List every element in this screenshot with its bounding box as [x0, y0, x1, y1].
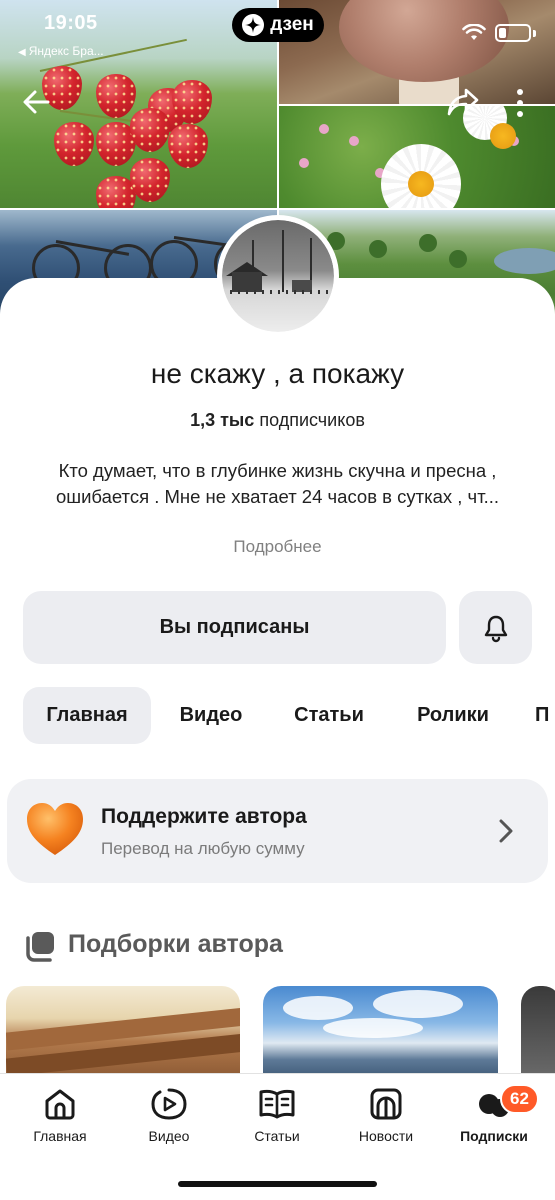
battery-icon	[495, 24, 531, 42]
back-to-app-link[interactable]: ◀ Яндекс Бра...	[18, 44, 104, 58]
collections-title: Подборки автора	[68, 930, 283, 958]
support-subtitle: Перевод на любую сумму	[101, 839, 305, 858]
channel-avatar[interactable]	[217, 215, 339, 337]
dzen-logo[interactable]: дзен	[232, 8, 324, 42]
tab-shorts[interactable]: Ролики	[403, 687, 503, 744]
collection-card[interactable]	[6, 986, 240, 1078]
support-author-card[interactable]: Поддержите автора Перевод на любую сумму	[7, 779, 548, 883]
collections-icon	[26, 932, 54, 962]
dzen-brand-label: дзен	[270, 14, 314, 35]
channel-description[interactable]: Кто думает, что в глубинке жизнь скучна …	[20, 458, 535, 510]
tab-video[interactable]: Видео	[161, 687, 261, 744]
nav-label: Подписки	[460, 1128, 528, 1144]
notifications-button[interactable]	[459, 591, 532, 664]
heart-icon	[27, 803, 83, 855]
more-options-icon[interactable]	[512, 88, 528, 118]
video-icon	[151, 1088, 187, 1120]
collection-card[interactable]	[521, 986, 555, 1078]
nav-video[interactable]: Видео	[119, 1086, 219, 1144]
channel-tabs: Главная Видео Статьи Ролики П	[23, 687, 555, 744]
nav-label: Новости	[358, 1128, 414, 1144]
cover-photo-daisy	[279, 106, 555, 208]
nav-label: Видео	[148, 1128, 190, 1144]
more-details-link[interactable]: Подробнее	[0, 537, 555, 557]
channel-title: не скажу , а покажу	[150, 358, 405, 389]
status-time: 19:05	[44, 12, 98, 34]
nav-label: Статьи	[254, 1128, 300, 1144]
tab-more[interactable]: П	[535, 687, 555, 744]
news-icon	[370, 1088, 402, 1120]
back-app-label: Яндекс Бра...	[28, 44, 104, 58]
subscribers-count: 1,3 тыс подписчиков	[0, 410, 555, 431]
collection-card[interactable]	[263, 986, 498, 1078]
subscribers-label: подписчиков	[259, 410, 365, 430]
chevron-right-icon	[499, 819, 513, 843]
nav-home[interactable]: Главная	[10, 1086, 110, 1144]
subscribers-number: 1,3 тыс	[190, 410, 255, 430]
wifi-icon	[462, 24, 486, 40]
nav-articles[interactable]: Статьи	[227, 1086, 327, 1144]
description-line: ошибается . Мне не хватает 24 часов в су…	[55, 486, 500, 507]
home-icon	[45, 1089, 75, 1120]
tab-main[interactable]: Главная	[23, 687, 151, 744]
tab-articles[interactable]: Статьи	[279, 687, 379, 744]
bell-icon	[484, 615, 507, 642]
back-arrow-icon[interactable]	[20, 86, 52, 118]
articles-icon	[259, 1089, 295, 1119]
nav-news[interactable]: Новости	[336, 1086, 436, 1144]
dzen-star-icon	[242, 14, 265, 36]
nav-label: Главная	[33, 1128, 87, 1144]
home-indicator	[178, 1181, 377, 1187]
description-line: Кто думает, что в глубинке жизнь скучна …	[58, 460, 497, 481]
share-icon[interactable]	[446, 86, 480, 118]
support-title: Поддержите автора	[101, 805, 307, 828]
subscribed-button[interactable]: Вы подписаны	[23, 591, 446, 664]
subscriptions-badge: 62	[500, 1084, 539, 1114]
